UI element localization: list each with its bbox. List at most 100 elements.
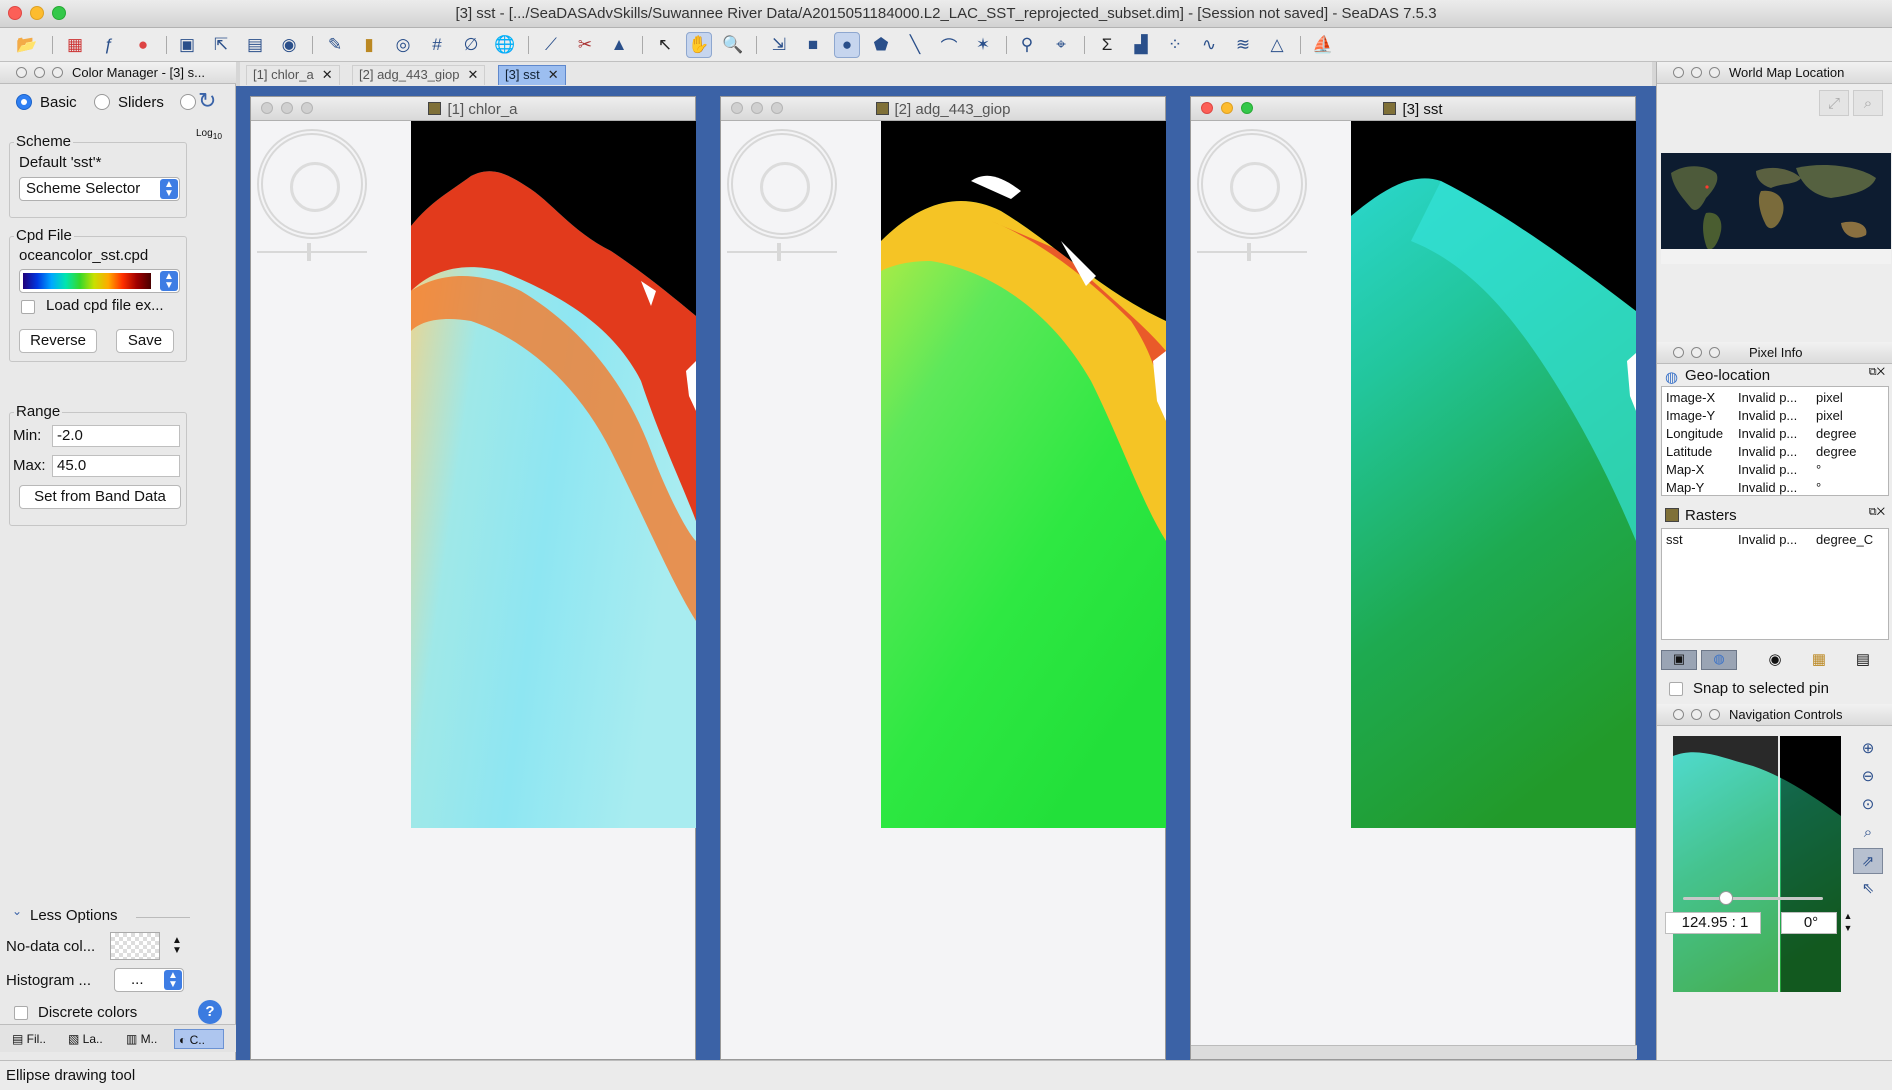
save-button[interactable]: Save (116, 329, 174, 353)
zoom-all-icon[interactable]: ⌕ (1853, 820, 1883, 846)
ellipse-icon[interactable]: ● (834, 32, 860, 58)
close-icon[interactable]: ✕ (467, 67, 478, 82)
histogram-selector[interactable]: ... ▲ ▼ (114, 968, 184, 992)
grid-icon[interactable]: ▦ (62, 32, 88, 58)
zoom-to-product-icon[interactable]: ⌕ (1853, 90, 1883, 116)
pan-icon[interactable]: ✋ (686, 32, 712, 58)
sliders-radio[interactable] (94, 94, 110, 110)
zoom-in-icon[interactable]: ⊕ (1853, 736, 1883, 762)
polygon-icon[interactable]: ⬟ (868, 32, 894, 58)
close-icon[interactable]: ✕ (322, 67, 333, 82)
ship-icon[interactable]: ⛵ (1310, 32, 1336, 58)
layers-icon[interactable]: ▣ (174, 32, 200, 58)
world-view-icon[interactable]: ◉ (276, 32, 302, 58)
no-data-color-swatch[interactable] (110, 932, 160, 960)
tab-adg-443-giop[interactable]: [2] adg_443_giop ✕ (352, 65, 486, 85)
horizontal-scrollbar[interactable] (1191, 1045, 1637, 1059)
spectrum-icon[interactable]: ≋ (1230, 32, 1256, 58)
chlor-a-image[interactable] (411, 121, 696, 828)
chevron-down-icon[interactable]: ⌄ (12, 904, 22, 918)
panel-float-icon[interactable] (1709, 347, 1720, 358)
zoom-icon[interactable]: 🔍 (720, 32, 746, 58)
float-close-icon[interactable]: ⧉✕ (1869, 506, 1885, 519)
basic-radio[interactable] (16, 94, 32, 110)
min-field[interactable]: -2.0 (52, 425, 180, 447)
close-icon[interactable]: ✕ (548, 67, 559, 82)
rotation-slider-knob[interactable] (1247, 243, 1251, 261)
sync-cursor-icon[interactable]: ⇖ (1853, 876, 1883, 902)
export-icon[interactable]: ⇱ (208, 32, 234, 58)
help-icon[interactable]: ? (198, 1000, 222, 1024)
open-folder-icon[interactable]: 📂 (14, 32, 40, 58)
scheme-selector[interactable]: Scheme Selector ▲ ▼ (19, 177, 180, 201)
panel-close-icon[interactable] (1673, 67, 1684, 78)
log-radio[interactable] (180, 94, 196, 110)
tab-layers[interactable]: ▧ La.. (64, 1029, 114, 1049)
sst-image[interactable] (1351, 121, 1636, 828)
discrete-colors-checkbox[interactable] (14, 1006, 28, 1020)
zoom-pixel-icon[interactable]: ⊙ (1853, 792, 1883, 818)
tab-mask[interactable]: ▥ M.. (122, 1029, 170, 1049)
navigation-overview[interactable] (1673, 736, 1841, 992)
panel-minimize-icon[interactable] (34, 67, 45, 78)
tab-chlor-a[interactable]: [1] chlor_a ✕ (246, 65, 340, 85)
tool-icon[interactable]: ✂ (572, 32, 598, 58)
scatter-icon[interactable]: ⁘ (1162, 32, 1188, 58)
rgb-icon[interactable]: ● (130, 32, 156, 58)
rotation-slider-knob[interactable] (307, 243, 311, 261)
polyline-icon[interactable]: ⌒ (936, 32, 962, 58)
panel-float-icon[interactable] (1709, 67, 1720, 78)
tiepoint-icon[interactable]: ▦ (1809, 650, 1829, 670)
world-map[interactable] (1661, 153, 1891, 264)
navigation-compass[interactable] (727, 129, 837, 239)
zoom-slider-knob[interactable] (1719, 891, 1733, 905)
panel-minimize-icon[interactable] (1691, 347, 1702, 358)
navigation-compass[interactable] (257, 129, 367, 239)
tab-sst[interactable]: [3] sst ✕ (498, 65, 566, 85)
band-maths-icon[interactable]: ƒ (96, 32, 122, 58)
rectangle-icon[interactable]: ■ (800, 32, 826, 58)
zoom-out-icon[interactable]: ⊖ (1853, 764, 1883, 790)
graticule-icon[interactable]: # (424, 32, 450, 58)
rotation-field[interactable]: 0° (1781, 912, 1837, 934)
statistics-icon[interactable]: Σ (1094, 32, 1120, 58)
snap-checkbox[interactable] (1669, 682, 1683, 696)
info-icon[interactable]: △ (1264, 32, 1290, 58)
panel-close-icon[interactable] (1673, 347, 1684, 358)
adg-443-giop-image[interactable] (881, 121, 1166, 828)
rotation-stepper[interactable]: ▲ ▼ (1841, 910, 1855, 936)
sync-views-icon[interactable]: ⇗ (1853, 848, 1883, 874)
image-window-adg-443-giop[interactable]: [2] adg_443_giop (720, 96, 1166, 1060)
magic-icon[interactable]: ✶ (970, 32, 996, 58)
float-close-icon[interactable]: ⧉✕ (1869, 366, 1885, 379)
line-icon[interactable]: ╲ (902, 32, 928, 58)
zoom-slider[interactable] (1683, 897, 1823, 900)
histogram-icon[interactable]: ▟ (1128, 32, 1154, 58)
load-cpd-checkbox[interactable] (21, 300, 35, 314)
select-icon[interactable]: ↖ (652, 32, 678, 58)
rotation-slider[interactable] (727, 251, 837, 253)
reset-icon[interactable]: ↻ (198, 88, 216, 114)
navigation-compass[interactable] (1197, 129, 1307, 239)
no-data-icon[interactable]: ∅ (458, 32, 484, 58)
mosaic-icon[interactable]: ▤ (242, 32, 268, 58)
image-window-sst[interactable]: [3] sst (1190, 96, 1637, 1060)
pin-toggle-icon[interactable]: ◉ (1765, 650, 1785, 670)
rotation-slider-knob[interactable] (777, 243, 781, 261)
wand-icon[interactable]: ✎ (322, 32, 348, 58)
zoom-factor-field[interactable]: 124.95 : 1 (1665, 912, 1761, 934)
panel-close-icon[interactable] (16, 67, 27, 78)
terrain-icon[interactable]: ▲ (606, 32, 632, 58)
panel-float-icon[interactable] (52, 67, 63, 78)
panel-minimize-icon[interactable] (1691, 67, 1702, 78)
panel-float-icon[interactable] (1709, 709, 1720, 720)
pencil-icon[interactable]: ⟋ (538, 32, 564, 58)
reverse-button[interactable]: Reverse (19, 329, 97, 353)
max-field[interactable]: 45.0 (52, 455, 180, 477)
zoom-all-icon[interactable]: ⤢ (1819, 90, 1849, 116)
image-window-chlor-a[interactable]: [1] chlor_a (250, 96, 696, 1060)
rotation-slider[interactable] (1197, 251, 1307, 253)
contour-icon[interactable]: ◎ (390, 32, 416, 58)
rotation-slider[interactable] (257, 251, 367, 253)
set-from-band-data-button[interactable]: Set from Band Data (19, 485, 181, 509)
